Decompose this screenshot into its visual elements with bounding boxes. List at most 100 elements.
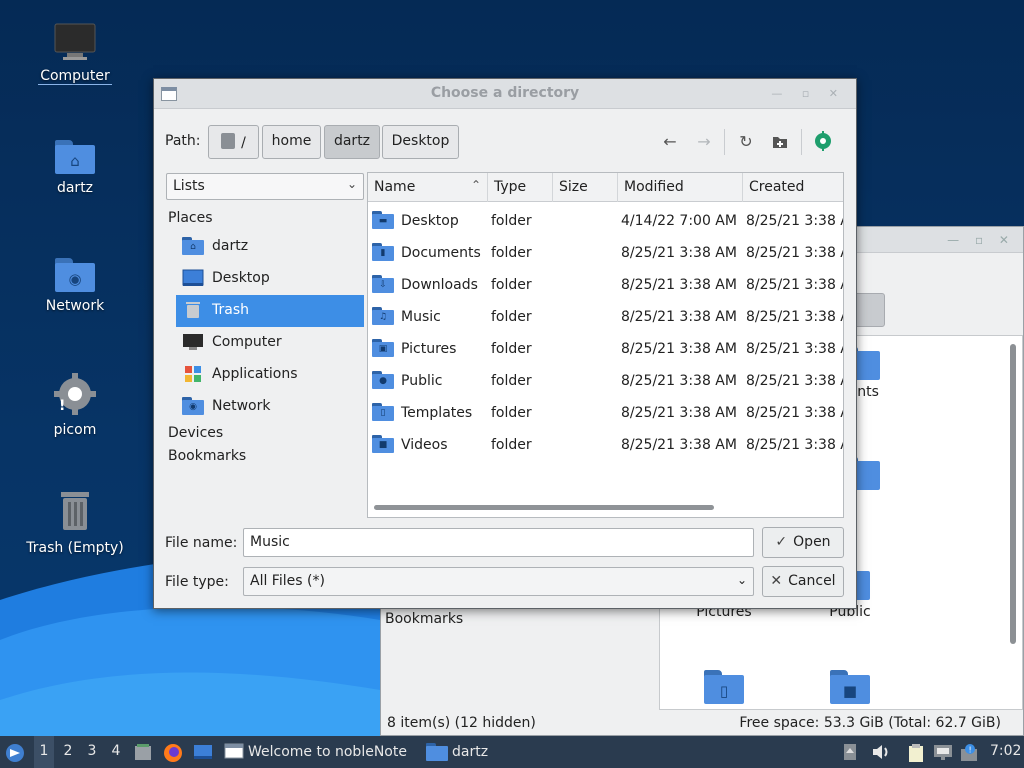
file-row[interactable]: ▮ Documents folder 8/25/21 3:38 AM 8/25/21 3… (368, 237, 843, 269)
path-button-dartz[interactable]: dartz (324, 125, 380, 159)
back-arrow-icon[interactable]: ← (657, 129, 683, 155)
desktop-icon-network[interactable]: ◉ Network (10, 258, 140, 314)
file-manager-launcher[interactable] (134, 736, 154, 768)
svg-text:!: ! (59, 398, 65, 414)
file-row[interactable]: ▣ Pictures folder 8/25/21 3:38 AM 8/25/21 3:… (368, 333, 843, 365)
places-view-combo[interactable]: Lists ⌄ (166, 173, 364, 200)
path-button-home[interactable]: home (262, 125, 321, 159)
file-row[interactable]: ● Public folder 8/25/21 3:38 AM 8/25/21 3:38… (368, 365, 843, 397)
task-nobleNote[interactable]: Welcome to nobleNote (224, 736, 407, 768)
file-row[interactable]: ▯ Templates folder 8/25/21 3:38 AM 8/25/21 3… (368, 397, 843, 429)
settings-icon[interactable] (810, 129, 836, 155)
desktop-icon-label: Network (45, 298, 105, 314)
choose-directory-dialog[interactable]: Choose a directory — ▫ ✕ Path: / home da… (153, 78, 857, 609)
new-folder-icon[interactable] (767, 129, 793, 155)
workspace-2[interactable]: 2 (58, 736, 78, 768)
file-name: Downloads (401, 277, 478, 293)
desktop-icon-dartz[interactable]: ⌂ dartz (10, 140, 140, 196)
bookmarks-header[interactable]: Bookmarks (168, 448, 246, 464)
tray-volume[interactable] (871, 736, 891, 768)
file-row[interactable]: ⇩ Downloads folder 8/25/21 3:38 AM 8/25/21 3… (368, 269, 843, 301)
window-controls[interactable]: — ▫ ✕ (947, 233, 1015, 247)
file-type: folder (491, 245, 532, 261)
file-created: 8/25/21 3:38 AM (746, 213, 843, 229)
sidebar-item-desktop[interactable]: Desktop (176, 263, 364, 295)
desktop-icon (182, 269, 204, 287)
volume-icon (873, 745, 888, 759)
sidebar-item-computer[interactable]: Computer (176, 327, 364, 359)
path-button-desktop[interactable]: Desktop (382, 125, 459, 159)
file-manager-icon (135, 744, 151, 760)
desktop-icon-computer[interactable]: Computer (10, 22, 140, 85)
desktop-icon-trash[interactable]: Trash (Empty) (10, 490, 140, 556)
scrollbar[interactable] (1010, 344, 1016, 644)
file-type-select[interactable]: All Files (*) ⌄ (243, 567, 754, 596)
file-row[interactable]: ♫ Music folder 8/25/21 3:38 AM 8/25/21 3:38 … (368, 301, 843, 333)
file-modified: 8/25/21 3:38 AM (621, 341, 737, 357)
desktop-launcher[interactable] (193, 736, 215, 768)
desktop-icon-label: Computer (38, 68, 112, 85)
file-name: Pictures (401, 341, 457, 357)
path-button-label: Desktop (391, 133, 450, 149)
path-button-root[interactable]: / (208, 125, 259, 159)
tray-eject-button[interactable] (843, 736, 859, 768)
documents-folder-icon: ▮ (372, 243, 394, 261)
file-created: 8/25/21 3:38 AM (746, 437, 843, 453)
file-type-value: All Files (*) (250, 573, 325, 589)
computer-icon (182, 333, 204, 351)
file-type: folder (491, 373, 532, 389)
videos-folder-icon: ■ (830, 670, 870, 704)
dialog-titlebar[interactable]: Choose a directory — ▫ ✕ (154, 79, 856, 109)
firefox-launcher[interactable] (163, 736, 187, 768)
column-header-name[interactable]: Name ⌃ (368, 173, 488, 202)
column-label: Modified (624, 179, 684, 195)
cancel-button[interactable]: ✕ Cancel (762, 566, 844, 597)
sidebar-item-applications[interactable]: Applications (176, 359, 364, 391)
close-icon: ✕ (770, 573, 783, 589)
file-name-input[interactable]: Music (243, 528, 754, 557)
sidebar-item-label: Computer (212, 334, 282, 350)
folder-item[interactable]: ▯ (674, 670, 774, 708)
path-button-label: dartz (333, 133, 371, 149)
file-list[interactable]: Name ⌃ Type Size Modified Created ▬ Deskt… (367, 172, 844, 518)
file-type: folder (491, 277, 532, 293)
workspace-4[interactable]: 4 (106, 736, 126, 768)
workspace-1[interactable]: 1 (34, 736, 54, 768)
column-header-modified[interactable]: Modified (618, 173, 743, 202)
file-modified: 8/25/21 3:38 AM (621, 373, 737, 389)
cancel-button-label: Cancel (788, 573, 836, 589)
tray-clipboard[interactable] (906, 736, 928, 768)
home-folder-icon: ⌂ (182, 237, 204, 255)
folder-item[interactable]: ■ (800, 670, 900, 708)
file-name-label: File name: (165, 535, 238, 551)
file-row[interactable]: ▬ Desktop folder 4/14/22 7:00 AM 8/25/21 3:3… (368, 205, 843, 237)
tray-network[interactable] (933, 736, 955, 768)
file-name: Public (401, 373, 443, 389)
sort-ascending-icon: ⌃ (470, 178, 481, 192)
desktop-icon-label: picom (53, 422, 97, 438)
forward-arrow-icon[interactable]: → (691, 129, 717, 155)
window-controls[interactable]: — ▫ ✕ (771, 87, 846, 100)
reload-icon[interactable]: ↻ (733, 129, 759, 155)
open-button[interactable]: ✓ Open (762, 527, 844, 558)
tray-notifications[interactable]: ! (960, 736, 982, 768)
devices-header[interactable]: Devices (168, 425, 223, 441)
desktop-icon-picom[interactable]: ! picom (10, 372, 140, 438)
workspace-3[interactable]: 3 (82, 736, 102, 768)
file-type: folder (491, 341, 532, 357)
file-type-label: File type: (165, 574, 229, 590)
sidebar-item-network[interactable]: ◉ Network (176, 391, 364, 423)
column-header-size[interactable]: Size (553, 173, 618, 202)
start-menu-button[interactable] (4, 736, 28, 768)
column-header-type[interactable]: Type (488, 173, 553, 202)
file-row[interactable]: ■ Videos folder 8/25/21 3:38 AM 8/25/21 3:38… (368, 429, 843, 461)
sidebar-item-trash[interactable]: Trash (176, 295, 364, 327)
clock[interactable]: 7:02 (990, 736, 1021, 768)
gear-icon: ! (54, 373, 96, 415)
column-header-created[interactable]: Created (743, 173, 843, 202)
task-dartz[interactable]: dartz (426, 736, 488, 768)
notification-icon: ! (961, 744, 977, 761)
horizontal-scrollbar[interactable] (374, 505, 714, 510)
folder-icon (426, 743, 448, 761)
sidebar-item-dartz[interactable]: ⌂ dartz (176, 231, 364, 263)
